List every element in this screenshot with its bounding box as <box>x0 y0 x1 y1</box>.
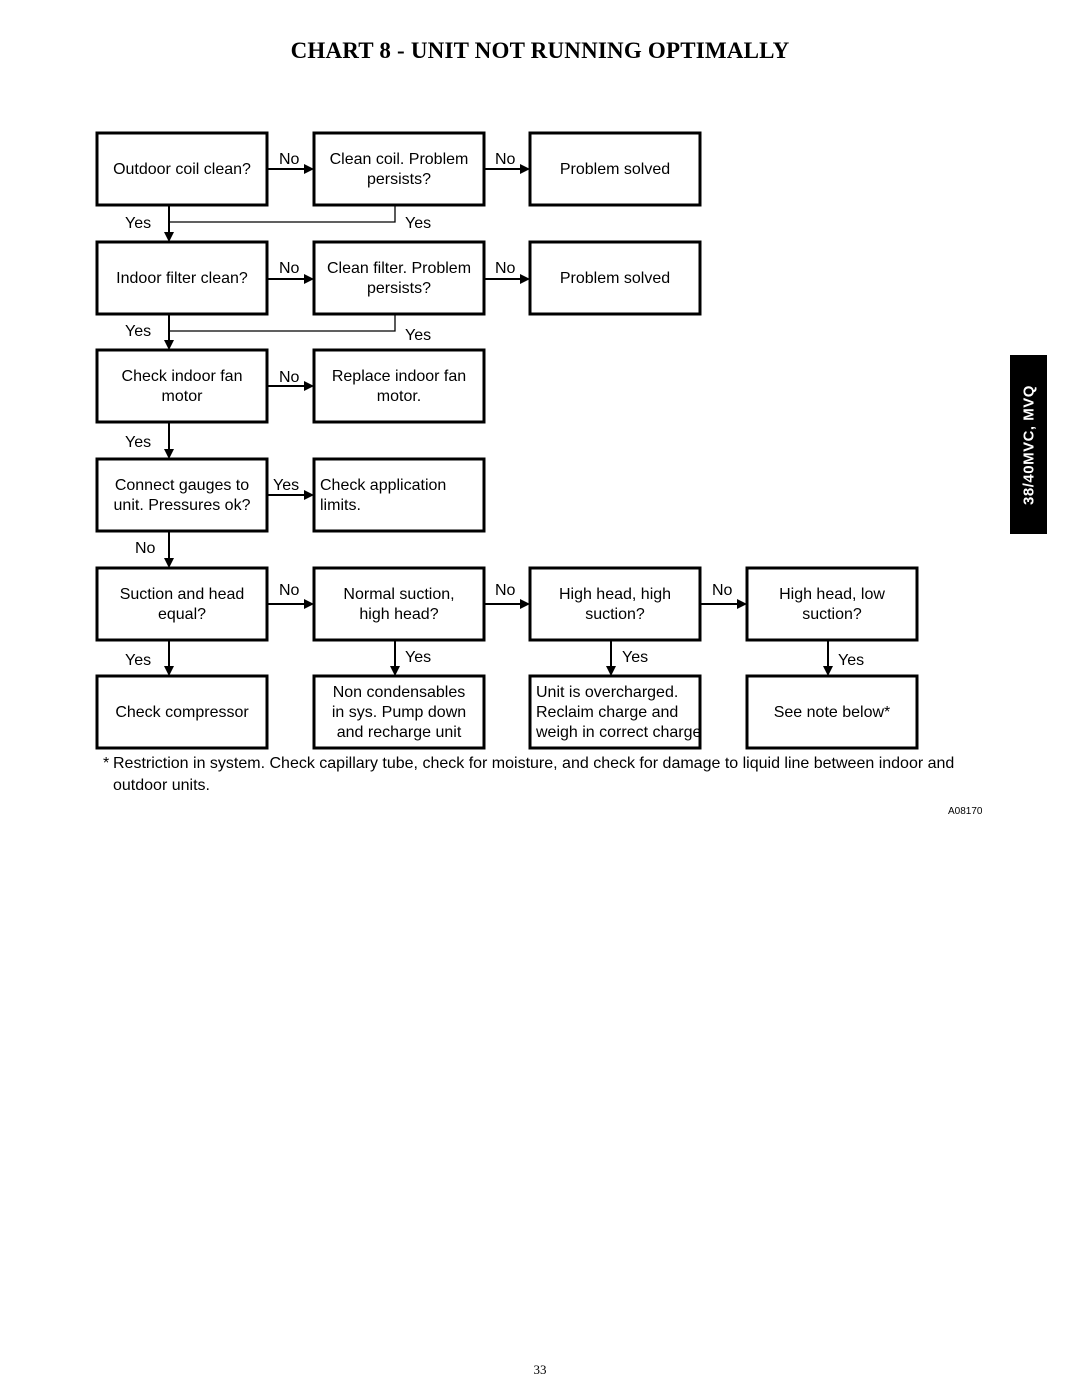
branch-label-no: No <box>279 582 300 599</box>
branch-label-yes: Yes <box>125 215 151 232</box>
node-app-limits: Check application limits. <box>312 457 486 533</box>
node-text: motor. <box>377 388 421 405</box>
node-text: High head, low <box>779 586 885 603</box>
node-box <box>312 566 486 642</box>
branch-label-no: No <box>279 260 300 277</box>
node-text: Indoor filter clean? <box>116 270 248 287</box>
flowchart: Outdoor coil clean? Clean coil. Problem pe… <box>95 131 919 750</box>
node-normal-suction: Normal suction, high head? <box>312 566 486 642</box>
node-suction-head-equal: Suction and head equal? <box>95 566 269 642</box>
node-clean-coil: Clean coil. Problem persists? <box>312 131 486 207</box>
branch-label-no: No <box>495 260 516 277</box>
node-text: unit. Pressures ok? <box>114 497 251 514</box>
branch-label-yes: Yes <box>273 477 299 494</box>
node-box <box>312 457 486 533</box>
branch-label-yes: Yes <box>405 327 431 344</box>
side-tab-label: 38/40MVC, MVQ <box>1020 384 1037 505</box>
branch-label-no: No <box>279 369 300 386</box>
node-text: Replace indoor fan <box>332 368 466 385</box>
node-text: Non condensables <box>333 684 466 701</box>
node-text: equal? <box>158 606 206 623</box>
node-text: Clean filter. Problem <box>327 260 471 277</box>
node-text: Check compressor <box>115 704 249 721</box>
node-text: persists? <box>367 171 431 188</box>
node-text: motor <box>162 388 204 405</box>
node-box <box>528 566 702 642</box>
node-text: suction? <box>585 606 645 623</box>
node-box <box>95 457 269 533</box>
node-text: Problem solved <box>560 270 670 287</box>
node-check-compressor: Check compressor <box>95 674 269 750</box>
node-text: high head? <box>359 606 438 623</box>
node-text: persists? <box>367 280 431 297</box>
node-text: limits. <box>320 497 361 514</box>
node-high-low: High head, low suction? <box>745 566 919 642</box>
branch-label-no: No <box>495 582 516 599</box>
node-text: suction? <box>802 606 862 623</box>
branch-label-yes: Yes <box>125 652 151 669</box>
node-box <box>312 131 486 207</box>
node-solved-2: Problem solved <box>528 240 702 316</box>
branch-label-yes: Yes <box>838 652 864 669</box>
node-box <box>95 566 269 642</box>
node-text: See note below* <box>774 704 891 721</box>
node-text: Normal suction, <box>343 586 454 603</box>
node-text: Connect gauges to <box>115 477 249 494</box>
node-text: Clean coil. Problem <box>330 151 469 168</box>
node-text: and recharge unit <box>337 724 462 741</box>
branch-label-no: No <box>279 151 300 168</box>
node-text: Suction and head <box>120 586 245 603</box>
node-outdoor-coil: Outdoor coil clean? <box>95 131 269 207</box>
node-check-fan: Check indoor fan motor <box>95 348 269 424</box>
node-overcharged: Unit is overcharged. Reclaim charge and we… <box>528 674 702 750</box>
branch-label-yes: Yes <box>125 434 151 451</box>
node-text: Reclaim charge and <box>536 704 678 721</box>
branch-label-yes: Yes <box>125 323 151 340</box>
branch-label-no: No <box>135 540 156 557</box>
node-gauges: Connect gauges to unit. Pressures ok? <box>95 457 269 533</box>
node-text: Problem solved <box>560 161 670 178</box>
figure-id: A08170 <box>948 806 983 817</box>
node-text: Check application <box>320 477 446 494</box>
merge-line <box>169 314 396 332</box>
node-box <box>95 348 269 424</box>
node-box <box>312 348 486 424</box>
branch-label-yes: Yes <box>405 649 431 666</box>
branch-label-no: No <box>712 582 733 599</box>
node-text: Unit is overcharged. <box>536 684 678 701</box>
node-text: Check indoor fan <box>122 368 243 385</box>
node-box <box>312 240 486 316</box>
node-text: High head, high <box>559 586 671 603</box>
side-tab: 38/40MVC, MVQ <box>1010 355 1047 534</box>
footnote: * Restriction in system. Check capillary… <box>103 753 993 797</box>
footnote-asterisk: * <box>103 755 110 772</box>
flowchart-boxes: Outdoor coil clean? Clean coil. Problem pe… <box>95 131 919 750</box>
branch-label-yes: Yes <box>405 215 431 232</box>
node-clean-filter: Clean filter. Problem persists? <box>312 240 486 316</box>
node-solved-1: Problem solved <box>528 131 702 207</box>
node-text: Outdoor coil clean? <box>113 161 251 178</box>
branch-label-no: No <box>495 151 516 168</box>
merge-line <box>169 205 396 223</box>
node-indoor-filter: Indoor filter clean? <box>95 240 269 316</box>
node-text: in sys. Pump down <box>332 704 466 721</box>
node-text: weigh in correct charge <box>535 724 702 741</box>
node-box <box>745 566 919 642</box>
node-replace-fan: Replace indoor fan motor. <box>312 348 486 424</box>
node-non-condensables: Non condensables in sys. Pump down and rec… <box>312 674 486 750</box>
node-high-high: High head, high suction? <box>528 566 702 642</box>
page-number: 33 <box>533 1362 547 1377</box>
branch-label-yes: Yes <box>622 649 648 666</box>
footnote-text: Restriction in system. Check capillary t… <box>113 755 955 794</box>
node-see-note: See note below* <box>745 674 919 750</box>
